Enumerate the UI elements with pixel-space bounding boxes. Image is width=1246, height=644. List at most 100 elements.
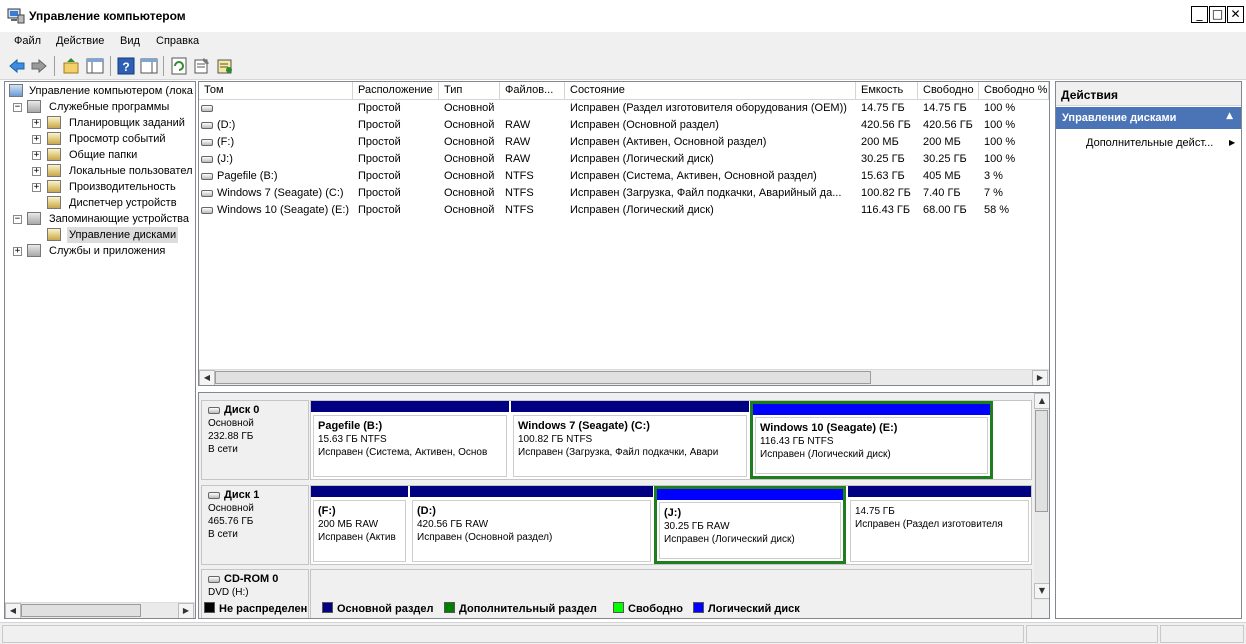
disk-properties-icon[interactable] [216,57,234,75]
table-cell: Исправен (Логический диск) [570,204,714,216]
partition-block[interactable]: (J:) 30.25 ГБ RAW Исправен (Логический дис… [654,486,846,564]
expand-icon[interactable]: + [32,151,41,160]
table-row[interactable]: (F:) Простой Основной RAW Исправен (Активен,… [199,134,1049,151]
expand-icon[interactable]: + [32,183,41,192]
back-arrow-icon[interactable] [8,57,26,75]
tree-item-label: Общие папки [69,149,138,161]
legend-item: Свободно [613,602,683,615]
column-header[interactable]: Расположение [353,82,439,100]
scroll-right-button[interactable]: ▶ [178,603,194,618]
column-header[interactable]: Емкость [856,82,918,100]
tree-node-icon [47,132,61,145]
disk-0-label[interactable]: Диск 0 Основной 232.88 ГБ В сети [201,400,309,480]
scroll-thumb[interactable] [215,371,871,384]
actions-header: Действия [1056,82,1241,106]
forward-arrow-icon[interactable] [30,57,48,75]
tree-item[interactable]: + Службы и приложения [5,243,195,259]
tree-node-icon [27,244,41,257]
column-header[interactable]: Свободно [918,82,979,100]
show-hide-action-pane-icon[interactable] [140,57,158,75]
menu-bar: Файл Действие Вид Справка [0,32,1246,52]
menu-file[interactable]: Файл [14,35,41,47]
tree-item[interactable]: + Планировщик заданий [5,115,195,131]
properties-icon[interactable] [193,57,211,75]
tree-item[interactable]: Управление дисками [5,227,195,243]
table-cell: Основной [444,153,495,165]
table-cell: Простой [358,119,401,131]
scroll-up-button[interactable]: ▲ [1034,393,1049,409]
disk-1-label[interactable]: Диск 1 Основной 465.76 ГБ В сети [201,485,309,565]
collapse-icon[interactable]: − [13,215,22,224]
table-row[interactable]: (J:) Простой Основной RAW Исправен (Логическ… [199,151,1049,168]
tree-horizontal-scrollbar[interactable]: ◀ ▶ [5,602,195,618]
scroll-left-button[interactable]: ◀ [5,603,21,618]
table-cell: 15.63 ГБ [861,170,905,182]
maximize-button[interactable]: □ [1209,6,1226,23]
partition-block[interactable]: Windows 7 (Seagate) (C:) 100.82 ГБ NTFS Ис… [511,401,749,479]
column-header[interactable]: Состояние [565,82,856,100]
more-actions-link[interactable]: Дополнительные дейст... [1086,137,1213,149]
tree-item[interactable]: − Служебные программы [5,99,195,115]
partition-type-bar [657,489,843,500]
scroll-thumb[interactable] [1035,410,1048,512]
table-cell [199,100,353,117]
table-row[interactable]: Pagefile (B:) Простой Основной NTFS Исправен… [199,168,1049,185]
partition-block[interactable]: Windows 10 (Seagate) (E:) 116.43 ГБ NTFS И… [750,401,993,479]
table-cell: Простой [358,204,401,216]
table-cell: 14.75 ГБ [923,102,967,114]
partition-block[interactable]: (F:) 200 МБ RAW Исправен (Актив [311,486,408,564]
table-row[interactable]: Простой Основной Исправен (Раздел изготови… [199,100,1049,117]
tree-item[interactable]: + Производительность [5,179,195,195]
partition-block[interactable]: (D:) 420.56 ГБ RAW Исправен (Основной разд… [410,486,653,564]
scroll-right-button[interactable]: ▶ [1032,370,1048,385]
tree-item[interactable]: Управление компьютером (лока [5,83,195,99]
table-cell: 420.56 ГБ [923,119,973,131]
list-horizontal-scrollbar[interactable]: ◀ ▶ [199,369,1049,385]
refresh-icon[interactable] [170,57,188,75]
disk-graphical-view: Диск 0 Основной 232.88 ГБ В сети Pagefil… [198,392,1050,619]
tree-item[interactable]: + Просмотр событий [5,131,195,147]
minimize-button[interactable]: _ [1191,6,1208,23]
partition-size: 420.56 ГБ RAW [417,519,489,530]
partition-block[interactable]: Pagefile (B:) 15.63 ГБ NTFS Исправен (Сист… [311,401,509,479]
partition-type-bar [410,486,653,497]
show-hide-tree-icon[interactable] [86,57,104,75]
table-cell: Исправен (Основной раздел) [570,119,719,131]
table-row[interactable]: Windows 10 (Seagate) (E:) Простой Основной… [199,202,1049,219]
up-folder-icon[interactable] [62,57,80,75]
scroll-thumb[interactable] [21,604,141,617]
volume-icon [201,190,213,197]
scroll-down-button[interactable]: ▼ [1034,583,1049,599]
scroll-left-button[interactable]: ◀ [199,370,215,385]
close-button[interactable]: ✕ [1227,6,1244,23]
help-icon[interactable]: ? [117,57,135,75]
menu-view[interactable]: Вид [120,35,140,47]
table-cell: NTFS [505,170,534,182]
expand-icon[interactable]: + [32,167,41,176]
table-cell: 30.25 ГБ [923,153,967,165]
table-row[interactable]: (D:) Простой Основной RAW Исправен (Основной… [199,117,1049,134]
column-header[interactable]: Свободно % [979,82,1049,100]
collapse-icon[interactable]: − [13,103,22,112]
expand-icon[interactable]: + [32,135,41,144]
partition-block[interactable]: 14.75 ГБ Исправен (Раздел изготовителя [848,486,1031,564]
tree-item[interactable]: − Запоминающие устройства [5,211,195,227]
expand-icon[interactable]: + [13,247,22,256]
expand-icon[interactable]: + [32,119,41,128]
partition-type-bar [311,486,408,497]
table-cell: Основной [444,119,495,131]
table-cell: RAW [505,136,531,148]
tree-item[interactable]: + Локальные пользовател [5,163,195,179]
column-header[interactable]: Том [199,82,353,100]
tree-item[interactable]: + Общие папки [5,147,195,163]
actions-section-disk-management[interactable]: Управление дисками ▲ [1056,107,1241,129]
column-header[interactable]: Файлов... [500,82,565,100]
disk-vertical-scrollbar[interactable]: ▲ ▼ [1034,393,1049,600]
table-row[interactable]: Windows 7 (Seagate) (C:) Простой Основной N… [199,185,1049,202]
menu-action[interactable]: Действие [56,35,104,47]
menu-help[interactable]: Справка [156,35,199,47]
column-header[interactable]: Тип [439,82,500,100]
tree-item[interactable]: Диспетчер устройств [5,195,195,211]
tree-node-icon [47,116,61,129]
collapse-arrow-icon[interactable]: ▲ [1226,111,1233,121]
